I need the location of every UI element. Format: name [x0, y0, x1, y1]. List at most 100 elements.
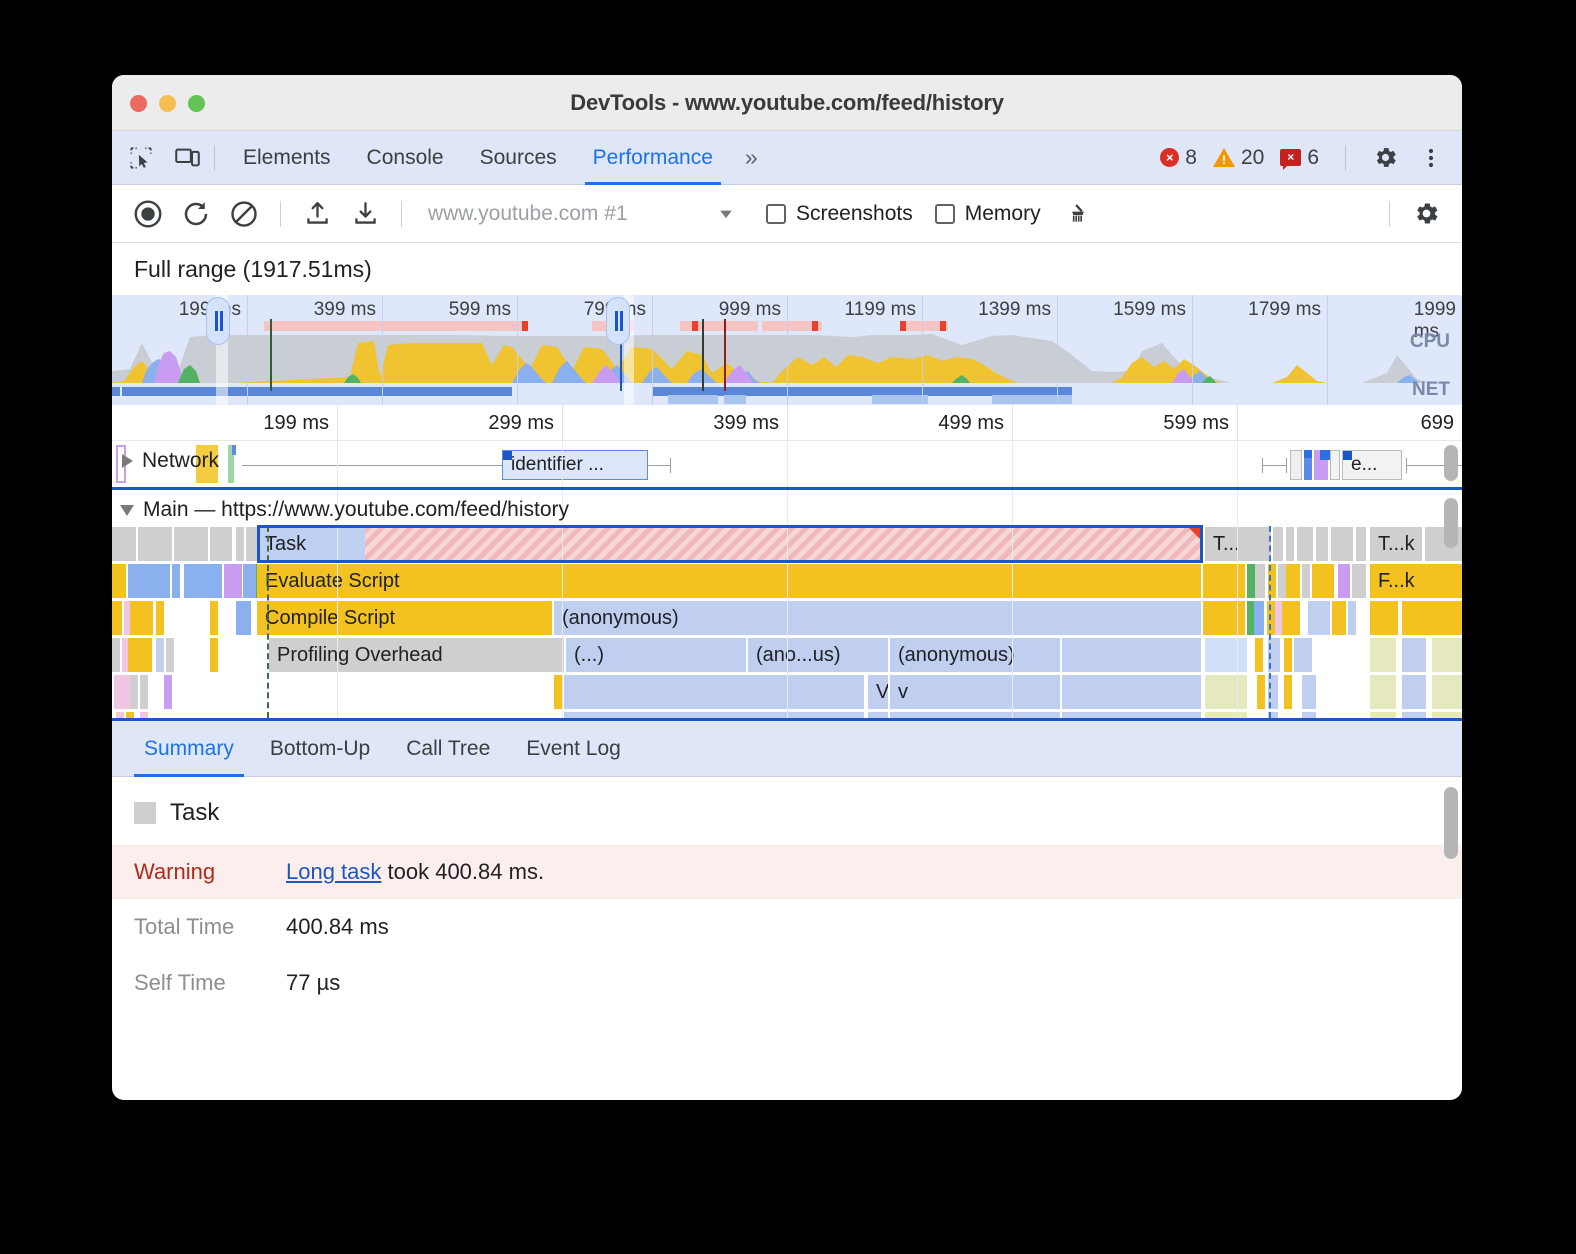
flame-bar[interactable]	[1205, 638, 1247, 672]
network-request-mark[interactable]	[1290, 450, 1302, 480]
flame-bar[interactable]	[1432, 675, 1462, 709]
flame-bar[interactable]	[1205, 712, 1247, 721]
flame-bar[interactable]	[1255, 564, 1265, 598]
network-request-mark[interactable]	[1304, 450, 1312, 458]
flame-bar[interactable]	[1402, 601, 1462, 635]
tab-summary[interactable]: Summary	[126, 721, 252, 777]
flame-bar[interactable]	[172, 564, 180, 598]
flame-bar[interactable]	[1302, 712, 1316, 721]
flame-bar[interactable]	[156, 601, 164, 635]
network-request-mark[interactable]	[1330, 450, 1340, 480]
long-task-link[interactable]: Long task	[286, 859, 381, 884]
flame-bar[interactable]	[564, 675, 864, 709]
three-dot-menu-icon[interactable]	[1414, 141, 1448, 175]
flame-bar[interactable]	[130, 675, 138, 709]
tab-elements[interactable]: Elements	[225, 131, 349, 185]
flame-bar[interactable]	[145, 601, 153, 635]
device-toolbar-icon[interactable]	[170, 141, 204, 175]
flame-bar[interactable]	[130, 601, 138, 635]
flame-bar[interactable]	[1062, 675, 1201, 709]
main-track-header[interactable]: Main — https://www.youtube.com/feed/hist…	[120, 498, 569, 522]
flame-bar[interactable]	[210, 601, 218, 635]
flame-bar[interactable]	[144, 638, 152, 672]
gear-icon[interactable]	[1368, 141, 1402, 175]
flame-bar[interactable]	[1370, 638, 1396, 672]
flame-bar-longtask-hatch[interactable]	[365, 527, 1201, 561]
flame-bar[interactable]	[1294, 638, 1312, 672]
flame-bar[interactable]	[112, 564, 126, 598]
network-request-mark[interactable]	[1320, 450, 1330, 460]
inspect-element-icon[interactable]	[124, 141, 158, 175]
save-profile-icon[interactable]	[344, 193, 386, 235]
flame-bar[interactable]	[138, 527, 172, 561]
flame-bar[interactable]	[224, 564, 242, 598]
flame-bar[interactable]	[166, 638, 174, 672]
flame-bar[interactable]: V	[868, 675, 888, 709]
flame-bar[interactable]	[1062, 638, 1201, 672]
tab-bottom-up[interactable]: Bottom-Up	[252, 721, 388, 777]
flame-bar[interactable]	[1432, 712, 1462, 721]
flame-bar[interactable]	[1331, 527, 1353, 561]
flame-bar[interactable]	[1284, 675, 1292, 709]
tab-call-tree[interactable]: Call Tree	[388, 721, 508, 777]
flame-bar-compile-script[interactable]: Compile Script	[257, 601, 552, 635]
timeline-overview[interactable]: CPU NET 199 ms399 ms599 ms799 ms999 ms11…	[112, 295, 1462, 405]
flame-bar[interactable]	[136, 638, 144, 672]
flame-bar[interactable]	[112, 601, 122, 635]
flame-bar[interactable]	[1205, 675, 1247, 709]
warning-counter[interactable]: 20	[1213, 146, 1264, 170]
flame-bar[interactable]	[1370, 675, 1396, 709]
flame-bar[interactable]	[184, 564, 222, 598]
network-request-chip[interactable]: identifier ...	[502, 450, 648, 480]
flame-bar[interactable]	[1273, 527, 1283, 561]
flame-bar[interactable]: (anonymous)	[890, 638, 1060, 672]
main-track-vertical-scrollbar[interactable]	[1444, 498, 1458, 548]
load-profile-icon[interactable]	[296, 193, 338, 235]
flame-bar[interactable]	[1312, 564, 1334, 598]
flame-bar[interactable]	[1348, 601, 1356, 635]
network-vertical-scrollbar[interactable]	[1444, 445, 1458, 481]
flame-bar[interactable]	[1302, 675, 1316, 709]
flame-bar[interactable]	[1332, 601, 1346, 635]
flame-bar[interactable]	[1370, 601, 1398, 635]
flame-bar[interactable]	[554, 675, 562, 709]
flame-bar[interactable]	[1247, 564, 1255, 598]
flame-bar[interactable]	[1402, 638, 1426, 672]
tab-event-log[interactable]: Event Log	[508, 721, 639, 777]
flame-bar[interactable]	[1432, 638, 1462, 672]
summary-vertical-scrollbar[interactable]	[1444, 787, 1458, 859]
record-button-icon[interactable]	[127, 193, 169, 235]
flame-bar[interactable]	[1316, 527, 1328, 561]
flame-bar[interactable]	[122, 675, 130, 709]
flame-bar[interactable]	[174, 527, 208, 561]
flame-bar[interactable]	[114, 675, 122, 709]
flame-bar[interactable]	[1302, 564, 1310, 598]
flame-bar[interactable]	[210, 638, 218, 672]
reload-and-record-icon[interactable]	[175, 193, 217, 235]
overview-right-resize-handle[interactable]	[606, 297, 630, 345]
flame-bar[interactable]	[128, 638, 136, 672]
flame-bar[interactable]: v	[890, 675, 1060, 709]
flame-bar-task-selected[interactable]: Task	[257, 527, 365, 561]
expand-arrow-icon[interactable]	[122, 454, 133, 468]
flame-bar[interactable]	[1203, 564, 1245, 598]
flame-bar[interactable]: T...	[1205, 527, 1271, 561]
flame-bar-evaluate-script[interactable]: Evaluate Script	[257, 564, 1201, 598]
flame-bar[interactable]	[1402, 675, 1426, 709]
flame-bar[interactable]	[243, 601, 251, 635]
more-tabs-icon[interactable]: »	[731, 131, 772, 185]
flame-bar[interactable]: Phb	[868, 712, 888, 721]
flame-bar[interactable]	[1338, 564, 1350, 598]
flame-bar[interactable]: F...k	[1370, 564, 1462, 598]
flame-bar[interactable]	[1254, 601, 1264, 635]
flame-bar[interactable]	[164, 675, 172, 709]
flame-bar[interactable]	[1286, 564, 1300, 598]
flame-bar[interactable]	[1278, 564, 1286, 598]
overview-left-resize-handle[interactable]	[206, 297, 230, 345]
network-request-mark[interactable]	[232, 445, 236, 455]
flame-bar[interactable]	[1255, 638, 1263, 672]
flame-bar[interactable]	[248, 564, 256, 598]
flame-bar[interactable]	[156, 638, 164, 672]
flame-bar[interactable]	[1356, 527, 1366, 561]
flame-bar[interactable]	[112, 527, 136, 561]
